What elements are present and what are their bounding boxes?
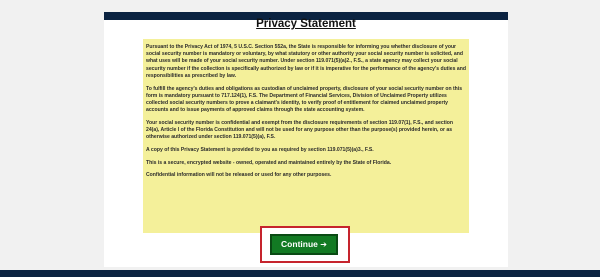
statement-paragraph-secure-website: This is a secure, encrypted website - ow… [146,159,392,166]
arrow-right-icon: ➔ [320,240,327,249]
statement-paragraph-privacy-act: Pursuant to the Privacy Act of 1974, 5 U… [146,44,466,79]
page-title: Privacy Statement [256,18,356,30]
continue-button-label: Continue [281,239,318,249]
statement-paragraph-confidential-info: Confidential information will not be rel… [146,172,332,179]
statement-paragraph-custodian-duties: To fulfill the agency's duties and oblig… [146,85,463,114]
privacy-statement-page: Privacy Statement Pursuant to the Privac… [104,12,508,267]
footer-bar [0,270,600,277]
statement-paragraph-confidentiality: Your social security number is confident… [146,119,454,141]
privacy-statement-text: Pursuant to the Privacy Act of 1974, 5 U… [143,39,469,233]
continue-button[interactable]: Continue ➔ [270,234,338,255]
statement-paragraph-copy-notice: A copy of this Privacy Statement is prov… [146,146,374,153]
continue-button-highlight: Continue ➔ [260,226,350,263]
